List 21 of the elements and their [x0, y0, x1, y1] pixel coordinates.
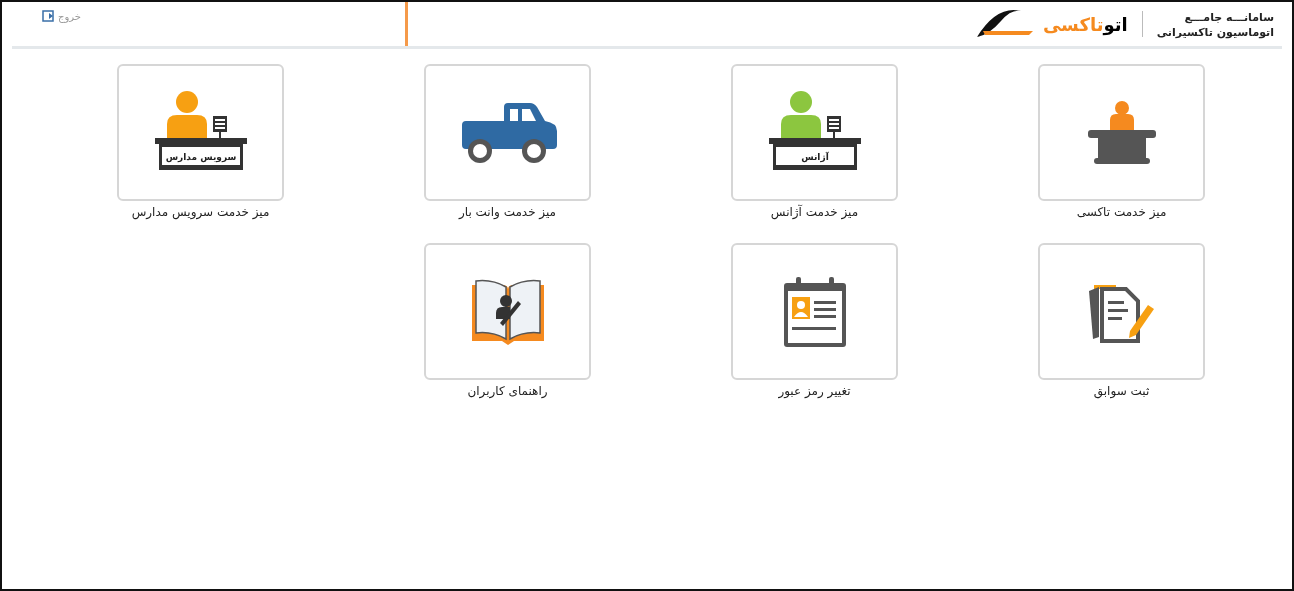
- tile-label[interactable]: میز خدمت سرویس مدارس: [131, 205, 270, 219]
- tile-card[interactable]: [1038, 243, 1205, 380]
- logo-text: اتوتاکسی: [1042, 13, 1128, 35]
- tile-label[interactable]: میز خدمت وانت بار: [458, 205, 557, 219]
- logout-icon: [42, 10, 54, 22]
- id-card-icon: [781, 274, 848, 349]
- tile-label[interactable]: راهنمای کاربران: [467, 384, 548, 398]
- tile-card[interactable]: [424, 64, 591, 201]
- person-at-desk-icon: [1085, 99, 1158, 166]
- tile-label[interactable]: میز خدمت تاکسی: [1076, 205, 1167, 219]
- system-subtitle: اتوماسیون تاکسیرانی: [1156, 25, 1274, 40]
- system-title: سامانـــه جامـــع: [1183, 10, 1274, 25]
- tile-label[interactable]: میز خدمت آژانس: [770, 205, 859, 219]
- tile-card[interactable]: [424, 243, 591, 380]
- tile-label[interactable]: ثبت سوابق: [1093, 384, 1150, 398]
- tile-card[interactable]: آژانس: [731, 64, 898, 201]
- tile-label[interactable]: تغییر رمز عبور: [778, 384, 851, 398]
- vertical-rule: [405, 2, 408, 46]
- tile-card[interactable]: [731, 243, 898, 380]
- tile-card[interactable]: سرویس مدارس: [117, 64, 284, 201]
- tile-card[interactable]: [1038, 64, 1205, 201]
